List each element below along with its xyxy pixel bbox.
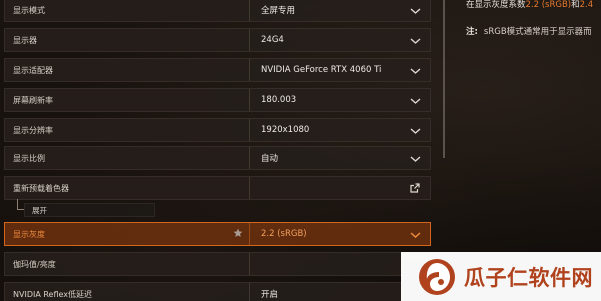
watermark-text: 瓜子仁软件网 [464,266,593,290]
info-text: 和 [571,0,580,10]
info-highlight: 2.2 (sRGB) [525,0,572,10]
expand-button[interactable]: 展开 [24,203,155,217]
chevron-down-icon[interactable] [410,155,421,163]
setting-value: 全屏专用 [261,6,296,16]
tree-connector [17,199,24,210]
setting-label: 显示灰度 [13,229,45,239]
chevron-down-icon[interactable] [410,127,421,135]
chevron-down-icon[interactable] [410,67,421,75]
setting-value: NVIDIA GeForce RTX 4060 Ti [261,65,382,75]
setting-row-monitor[interactable]: 显示器 24G4 [4,28,431,52]
watermark-logo-icon [419,259,455,295]
note-text: sRGB模式通常用于显示器而 [483,27,592,37]
chevron-down-icon[interactable] [410,37,421,45]
settings-panel: 显示模式 全屏专用 显示器 24G4 显示适配器 NVIDIA GeForce … [0,0,432,301]
info-text: 在显示灰度系数 [466,0,526,10]
setting-label: 显示适配器 [13,65,53,75]
note-label: 注: [466,27,478,37]
info-highlight: 2.4 [579,0,594,10]
setting-label: 显示模式 [13,5,45,15]
setting-value: 2.2 (sRGB) [261,229,307,239]
setting-row-display-adapter[interactable]: 显示适配器 NVIDIA GeForce RTX 4060 Ti [4,58,431,82]
chevron-down-icon[interactable] [410,97,421,105]
chevron-down-icon[interactable] [410,231,421,239]
external-link-icon[interactable] [410,183,420,193]
row-divider [249,59,250,81]
setting-row-display-mode[interactable]: 显示模式 全屏专用 [4,0,431,22]
row-divider [249,283,250,301]
setting-label: NVIDIA Reflex低延迟 [13,289,93,299]
setting-value: 24G4 [261,35,284,45]
row-divider [249,177,250,199]
setting-label: 重新预载着色器 [13,183,69,193]
setting-label: 屏幕刷新率 [13,95,53,105]
row-divider [249,147,250,169]
setting-value: 1920x1080 [261,125,310,135]
info-description: 在显示灰度系数2.2 (sRGB)和2.4 [466,0,593,10]
info-note: 注: sRGB模式通常用于显示器而 [466,25,592,37]
chevron-down-icon[interactable] [410,7,421,15]
setting-label: 显示比例 [13,153,45,163]
expand-label: 展开 [32,205,47,215]
watermark: 瓜子仁软件网 [401,252,601,301]
row-divider [249,119,250,141]
row-divider [249,0,250,21]
setting-value: 自动 [261,154,279,164]
row-divider [249,253,250,275]
setting-value: 180.003 [261,95,297,105]
setting-label: 显示器 [13,35,37,45]
star-icon[interactable] [233,228,243,238]
setting-row-reload-shaders[interactable]: 重新预载着色器 [4,176,431,200]
setting-row-resolution[interactable]: 显示分辨率 1920x1080 [4,118,431,142]
scrollbar[interactable] [443,0,445,158]
row-divider [249,89,250,111]
setting-row-refresh-rate[interactable]: 屏幕刷新率 180.003 [4,88,431,112]
row-divider [249,29,250,51]
setting-label: 伽玛值/亮度 [13,259,56,269]
setting-row-nvidia-reflex[interactable]: NVIDIA Reflex低延迟 开启 [4,282,431,301]
setting-label: 显示分辨率 [13,125,53,135]
setting-value: 开启 [261,290,279,300]
setting-row-gamma-brightness[interactable]: 伽玛值/亮度 [4,252,431,276]
setting-row-gamma[interactable]: 显示灰度 2.2 (sRGB) [4,222,431,246]
setting-row-aspect-ratio[interactable]: 显示比例 自动 [4,146,431,170]
row-divider [249,223,250,245]
